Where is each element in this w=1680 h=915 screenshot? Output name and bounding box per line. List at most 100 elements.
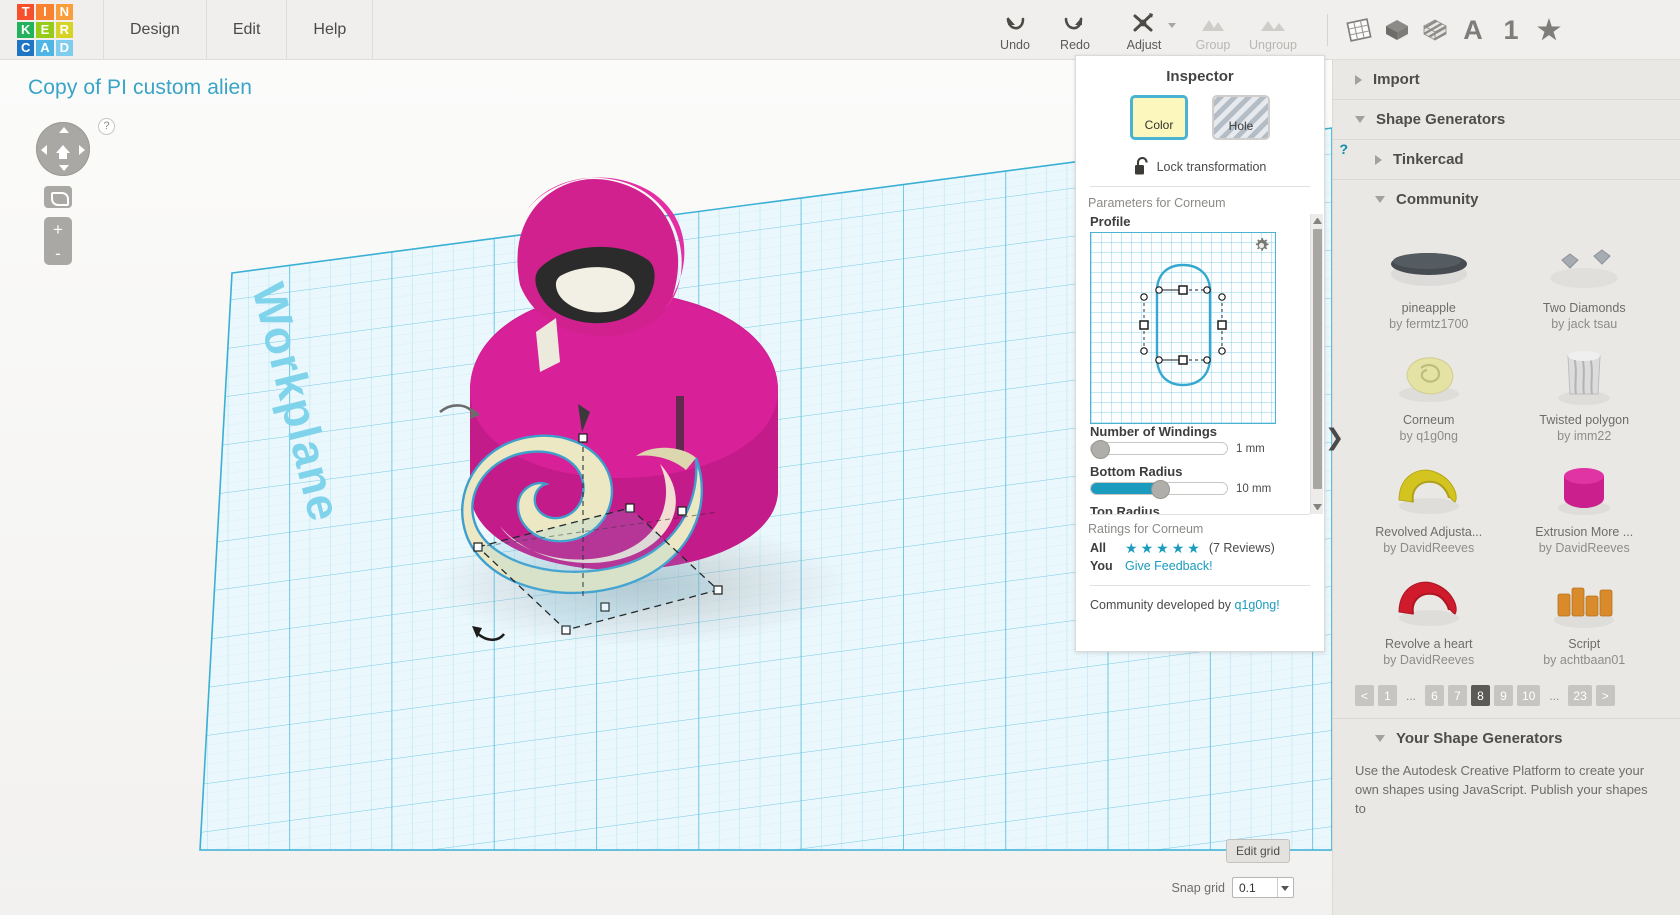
parameters-scroll-area[interactable]: Profile Number of Windings 1 mm Bottom R… — [1076, 214, 1324, 514]
star-4-icon[interactable]: ★ — [1172, 541, 1185, 555]
page-button-6[interactable]: 6 — [1425, 685, 1445, 706]
snap-grid-control: Snap grid 0.1 — [1171, 877, 1294, 898]
group-button[interactable]: Group — [1183, 1, 1243, 59]
shape-card-pineapple[interactable]: pineapple by fermtz1700 — [1351, 227, 1507, 339]
developer-author-link[interactable]: q1g0ng! — [1235, 598, 1280, 612]
shape-card-corneum[interactable]: Corneum by q1g0ng — [1351, 339, 1507, 451]
adjust-label: Adjust — [1126, 37, 1162, 52]
scrollbar-thumb[interactable] — [1313, 229, 1322, 489]
menu-design[interactable]: Design — [103, 0, 207, 60]
sidebar-item-tinkercad[interactable]: Tinkercad — [1333, 140, 1680, 179]
page-title[interactable]: Copy of PI custom alien — [28, 76, 252, 100]
chevron-right-icon — [1355, 74, 1362, 85]
ungroup-icon — [1258, 9, 1288, 35]
shape-thumb-script — [1530, 569, 1638, 631]
shape-author: by DavidReeves — [1538, 541, 1630, 555]
star-2-icon[interactable]: ★ — [1141, 541, 1154, 555]
shape-thumb-corneum — [1375, 345, 1483, 407]
scroll-up-arrow-icon[interactable] — [1313, 218, 1322, 224]
windings-label: Number of Windings — [1090, 424, 1217, 439]
page-button-7[interactable]: 7 — [1448, 685, 1468, 706]
sidebar-item-your-shape-generators[interactable]: Your Shape Generators — [1333, 719, 1680, 758]
page-button-9[interactable]: 9 — [1494, 685, 1514, 706]
logo-tile-7: A — [36, 39, 54, 56]
color-swatch-button[interactable]: Color — [1130, 95, 1188, 140]
page-next-button[interactable]: > — [1595, 685, 1615, 706]
shape-card-two-diamonds[interactable]: Two Diamonds by jack tsau — [1507, 227, 1663, 339]
tinkercad-logo[interactable]: T I N K E R C A D — [17, 3, 73, 56]
favorite-star-icon[interactable]: ★ — [1530, 1, 1568, 59]
nav-up-arrow-icon[interactable] — [59, 127, 69, 133]
bottom-radius-slider[interactable] — [1090, 480, 1228, 499]
nav-right-arrow-icon[interactable] — [79, 145, 85, 155]
menu-edit[interactable]: Edit — [207, 0, 288, 60]
star-1-icon[interactable]: ★ — [1125, 541, 1138, 555]
menu-help[interactable]: Help — [287, 0, 374, 60]
page-prev-button[interactable]: < — [1355, 685, 1374, 706]
inspector-collapse-button[interactable]: ❯ — [1325, 426, 1344, 449]
text-icon[interactable]: A — [1454, 1, 1492, 59]
page-button-23[interactable]: 23 — [1568, 685, 1592, 706]
adjust-caret-icon[interactable] — [1168, 23, 1176, 28]
give-feedback-link[interactable]: Give Feedback! — [1125, 559, 1213, 573]
home-view-button[interactable]: ? — [36, 118, 115, 176]
scroll-down-arrow-icon[interactable] — [1313, 504, 1322, 510]
edit-grid-button[interactable]: Edit grid — [1225, 839, 1290, 863]
undo-button[interactable]: Undo — [985, 1, 1045, 59]
windings-slider[interactable] — [1090, 440, 1228, 459]
lock-transformation-label: Lock transformation — [1156, 159, 1267, 174]
zoom-out-button[interactable]: - — [55, 245, 61, 262]
gear-icon[interactable] — [1253, 237, 1270, 254]
snap-grid-label: Snap grid — [1171, 880, 1225, 895]
shape-card-extrusion-more[interactable]: Extrusion More ... by DavidReeves — [1507, 451, 1663, 563]
parameters-scrollbar[interactable] — [1310, 214, 1323, 514]
shape-thumb-pineapple — [1375, 233, 1483, 295]
shape-name: pineapple — [1401, 301, 1456, 315]
page-button-8[interactable]: 8 — [1471, 685, 1491, 706]
shape-author: by DavidReeves — [1383, 653, 1475, 667]
workplane-icon[interactable] — [1340, 1, 1378, 59]
number-icon[interactable]: 1 — [1492, 1, 1530, 59]
star-5-icon[interactable]: ★ — [1187, 541, 1200, 555]
page-button-10[interactable]: 10 — [1517, 685, 1541, 706]
rating-stars[interactable]: ★ ★ ★ ★ ★ — [1125, 541, 1200, 555]
zoom-in-button[interactable]: + — [53, 221, 63, 238]
shape-card-revolve-a-heart[interactable]: Revolve a heart by DavidReeves — [1351, 563, 1507, 675]
profile-editor[interactable] — [1090, 232, 1276, 424]
shape-author: by imm22 — [1557, 429, 1612, 443]
hole-swatch-button[interactable]: Hole — [1212, 95, 1270, 140]
chevron-right-icon — [1375, 154, 1382, 165]
windings-slider-knob[interactable] — [1091, 440, 1110, 459]
hole-cube-icon[interactable] — [1416, 1, 1454, 59]
star-3-icon[interactable]: ★ — [1156, 541, 1169, 555]
solid-cube-icon[interactable] — [1378, 1, 1416, 59]
ungroup-button[interactable]: Ungroup — [1243, 1, 1303, 59]
bottom-radius-slider-row: 10 mm — [1090, 480, 1310, 499]
sidebar-item-community[interactable]: Community — [1333, 180, 1680, 219]
logo-tile-3: K — [17, 21, 35, 38]
sidebar-item-import[interactable]: Import — [1333, 60, 1680, 99]
view-help-icon[interactable]: ? — [98, 118, 115, 135]
shape-card-script[interactable]: Script by achtbaan01 — [1507, 563, 1663, 675]
bottom-radius-slider-knob[interactable] — [1151, 480, 1170, 499]
sidebar-item-shape-generators[interactable]: Shape Generators — [1333, 100, 1680, 139]
page-button-1[interactable]: 1 — [1378, 685, 1397, 706]
chevron-down-icon — [1281, 886, 1289, 891]
redo-button[interactable]: Redo — [1045, 1, 1105, 59]
shape-card-revolved-adjustable[interactable]: Revolved Adjusta... by DavidReeves — [1351, 451, 1507, 563]
page-ellipsis-left: ... — [1406, 688, 1417, 703]
tinkercad-app: T I N K E R C A D Design Edit Help Undo — [0, 0, 1680, 915]
lock-transformation-toggle[interactable]: Lock transformation — [1076, 144, 1324, 186]
inspector-help-icon[interactable]: ? — [1339, 141, 1348, 157]
shape-author: by q1g0ng — [1399, 429, 1458, 443]
snap-grid-select[interactable]: 0.1 — [1232, 877, 1294, 898]
nav-left-arrow-icon[interactable] — [41, 145, 47, 155]
fit-view-button[interactable] — [44, 186, 72, 208]
adjust-button[interactable]: Adjust — [1105, 1, 1183, 59]
shape-author: by achtbaan01 — [1543, 653, 1626, 667]
shape-author: by DavidReeves — [1383, 541, 1475, 555]
shape-card-twisted-polygon[interactable]: Twisted polygon by imm22 — [1507, 339, 1663, 451]
ratings-header: Ratings for Corneum — [1088, 522, 1204, 536]
nav-down-arrow-icon[interactable] — [59, 165, 69, 171]
developer-prefix: Community developed by — [1090, 598, 1235, 612]
